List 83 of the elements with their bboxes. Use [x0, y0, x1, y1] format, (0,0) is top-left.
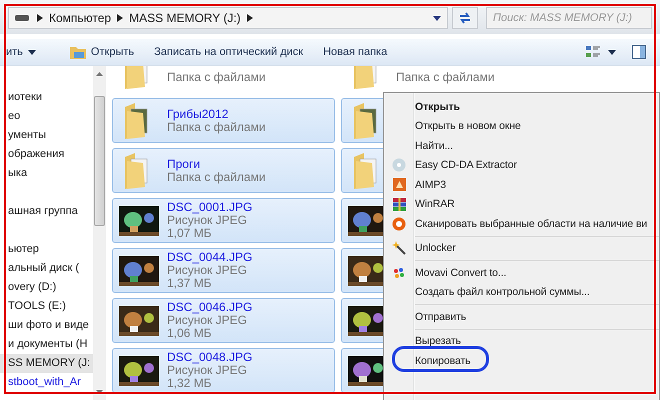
file-tile[interactable]: DSC_0046.JPG Рисунок JPEG 1,06 МБ: [112, 298, 335, 343]
sidebar-item[interactable]: и документы (H: [0, 335, 93, 354]
menu-item[interactable]: AIMP3: [384, 175, 659, 194]
toolbar-button[interactable]: Открыть: [60, 41, 144, 63]
menu-item[interactable]: Easy CD-DA Extractor: [384, 156, 659, 175]
sidebar-item[interactable]: ео: [0, 107, 93, 126]
file-tile[interactable]: DSC_0048.JPG Рисунок JPEG 1,32 МБ: [112, 348, 335, 393]
sidebar-item[interactable]: ументы: [0, 126, 93, 145]
books-icon: [392, 198, 406, 211]
scroll-up-icon[interactable]: [96, 72, 103, 76]
file-size: 1,37 МБ: [167, 277, 212, 290]
file-tile[interactable]: Проги Папка с файлами: [112, 148, 335, 193]
file-name: DSC_0048.JPG: [167, 351, 252, 364]
file-tile[interactable]: DSC_0001.JPG Рисунок JPEG 1,07 МБ: [112, 198, 335, 243]
scrollbar-thumb[interactable]: [94, 96, 105, 226]
sidebar-item[interactable]: ыка: [0, 164, 93, 183]
file-type: Рисунок JPEG: [167, 314, 247, 327]
menu-item[interactable]: Открыть: [384, 97, 659, 116]
file-type: Папка с файлами: [167, 70, 266, 84]
chevron-icon[interactable]: [37, 14, 43, 22]
chevron-icon[interactable]: [117, 14, 124, 22]
file-tile[interactable]: DSC_0044.JPG Рисунок JPEG 1,37 МБ: [112, 248, 335, 293]
scroll-down-icon[interactable]: [96, 390, 103, 394]
disc-icon: [392, 158, 406, 172]
menu-item[interactable]: WinRAR: [384, 194, 659, 214]
file-name: DSC_0001.JPG: [167, 201, 252, 214]
palette-icon: [392, 266, 406, 280]
file-tile[interactable]: Папка с файлами: [341, 66, 564, 93]
menu-item[interactable]: Отправить: [384, 307, 659, 326]
file-type: Рисунок JPEG: [167, 214, 247, 227]
file-type: Рисунок JPEG: [167, 364, 247, 377]
file-size: 1,07 МБ: [167, 227, 212, 240]
file-name: DSC_0046.JPG: [167, 301, 252, 314]
refresh-icon: [458, 12, 472, 24]
ring-icon: [392, 216, 406, 231]
file-size: 1,06 МБ: [167, 327, 212, 340]
file-tile[interactable]: Грибы2012 Папка с файлами: [112, 98, 335, 143]
breadcrumb[interactable]: Компьютер: [49, 11, 112, 25]
dropdown-icon[interactable]: [433, 16, 441, 20]
menu-item[interactable]: Movavi Convert to...: [384, 263, 659, 282]
sidebar-item[interactable]: иотеки: [0, 88, 93, 107]
file-size: 1,32 МБ: [167, 377, 212, 390]
search-field[interactable]: Поиск: MASS MEMORY (J:): [486, 7, 652, 29]
menu-item[interactable]: Открыть в новом окне: [384, 116, 659, 136]
toolbar-button[interactable]: Записать на оптический диск: [144, 41, 314, 63]
sidebar-item[interactable]: ображения: [0, 145, 93, 164]
address-bar[interactable]: Компьютер MASS MEMORY (J:): [8, 7, 448, 29]
toolbar-button[interactable]: Новая папка: [313, 41, 398, 63]
file-name: DSC_0044.JPG: [167, 251, 252, 264]
sidebar-item[interactable]: ьютер: [0, 240, 93, 259]
sidebar-item[interactable]: альный диск (: [0, 259, 93, 278]
scrollbar[interactable]: [93, 66, 106, 400]
view-icon[interactable]: [586, 46, 600, 58]
wand-icon: [392, 241, 406, 256]
toolbar-button[interactable]: ить: [0, 41, 46, 63]
sidebar-item[interactable]: ши фото и виде: [0, 316, 93, 335]
sidebar-item[interactable]: ашная группа: [0, 202, 93, 221]
drive-icon: [15, 14, 29, 22]
preview-pane-icon[interactable]: [632, 45, 646, 59]
chevron-icon[interactable]: [246, 14, 253, 22]
file-type: Папка с файлами: [167, 120, 266, 134]
menu-item[interactable]: Вырезать: [384, 332, 659, 351]
breadcrumb[interactable]: MASS MEMORY (J:): [129, 11, 241, 25]
menu-item[interactable]: Копировать: [384, 351, 659, 370]
sidebar-item[interactable]: SS MEMORY (J:: [0, 354, 93, 373]
menu-item[interactable]: Создать файл контрольной суммы...: [384, 282, 659, 302]
file-tile[interactable]: Папка с файлами: [112, 66, 335, 93]
sidebar-item[interactable]: stboot_with_Ar: [0, 373, 93, 392]
file-name: Грибы2012: [167, 108, 230, 120]
caret-icon[interactable]: [608, 50, 616, 54]
menu-item[interactable]: Найти...: [384, 136, 659, 156]
file-name: Проги: [167, 158, 202, 170]
refresh-button[interactable]: [452, 7, 478, 29]
caret-icon: [28, 50, 36, 54]
sidebar-item[interactable]: overy (D:): [0, 278, 93, 297]
file-type: Папка с файлами: [167, 170, 266, 184]
file-type: Рисунок JPEG: [167, 264, 247, 277]
menu-item[interactable]: Сканировать выбранные области на наличие ви: [384, 214, 659, 234]
triangle-icon: [392, 178, 406, 192]
sidebar-item[interactable]: TOOLS (E:): [0, 297, 93, 316]
file-type: Папка с файлами: [396, 70, 495, 84]
folder-icon: [70, 45, 86, 59]
menu-item[interactable]: Unlocker: [384, 238, 659, 258]
